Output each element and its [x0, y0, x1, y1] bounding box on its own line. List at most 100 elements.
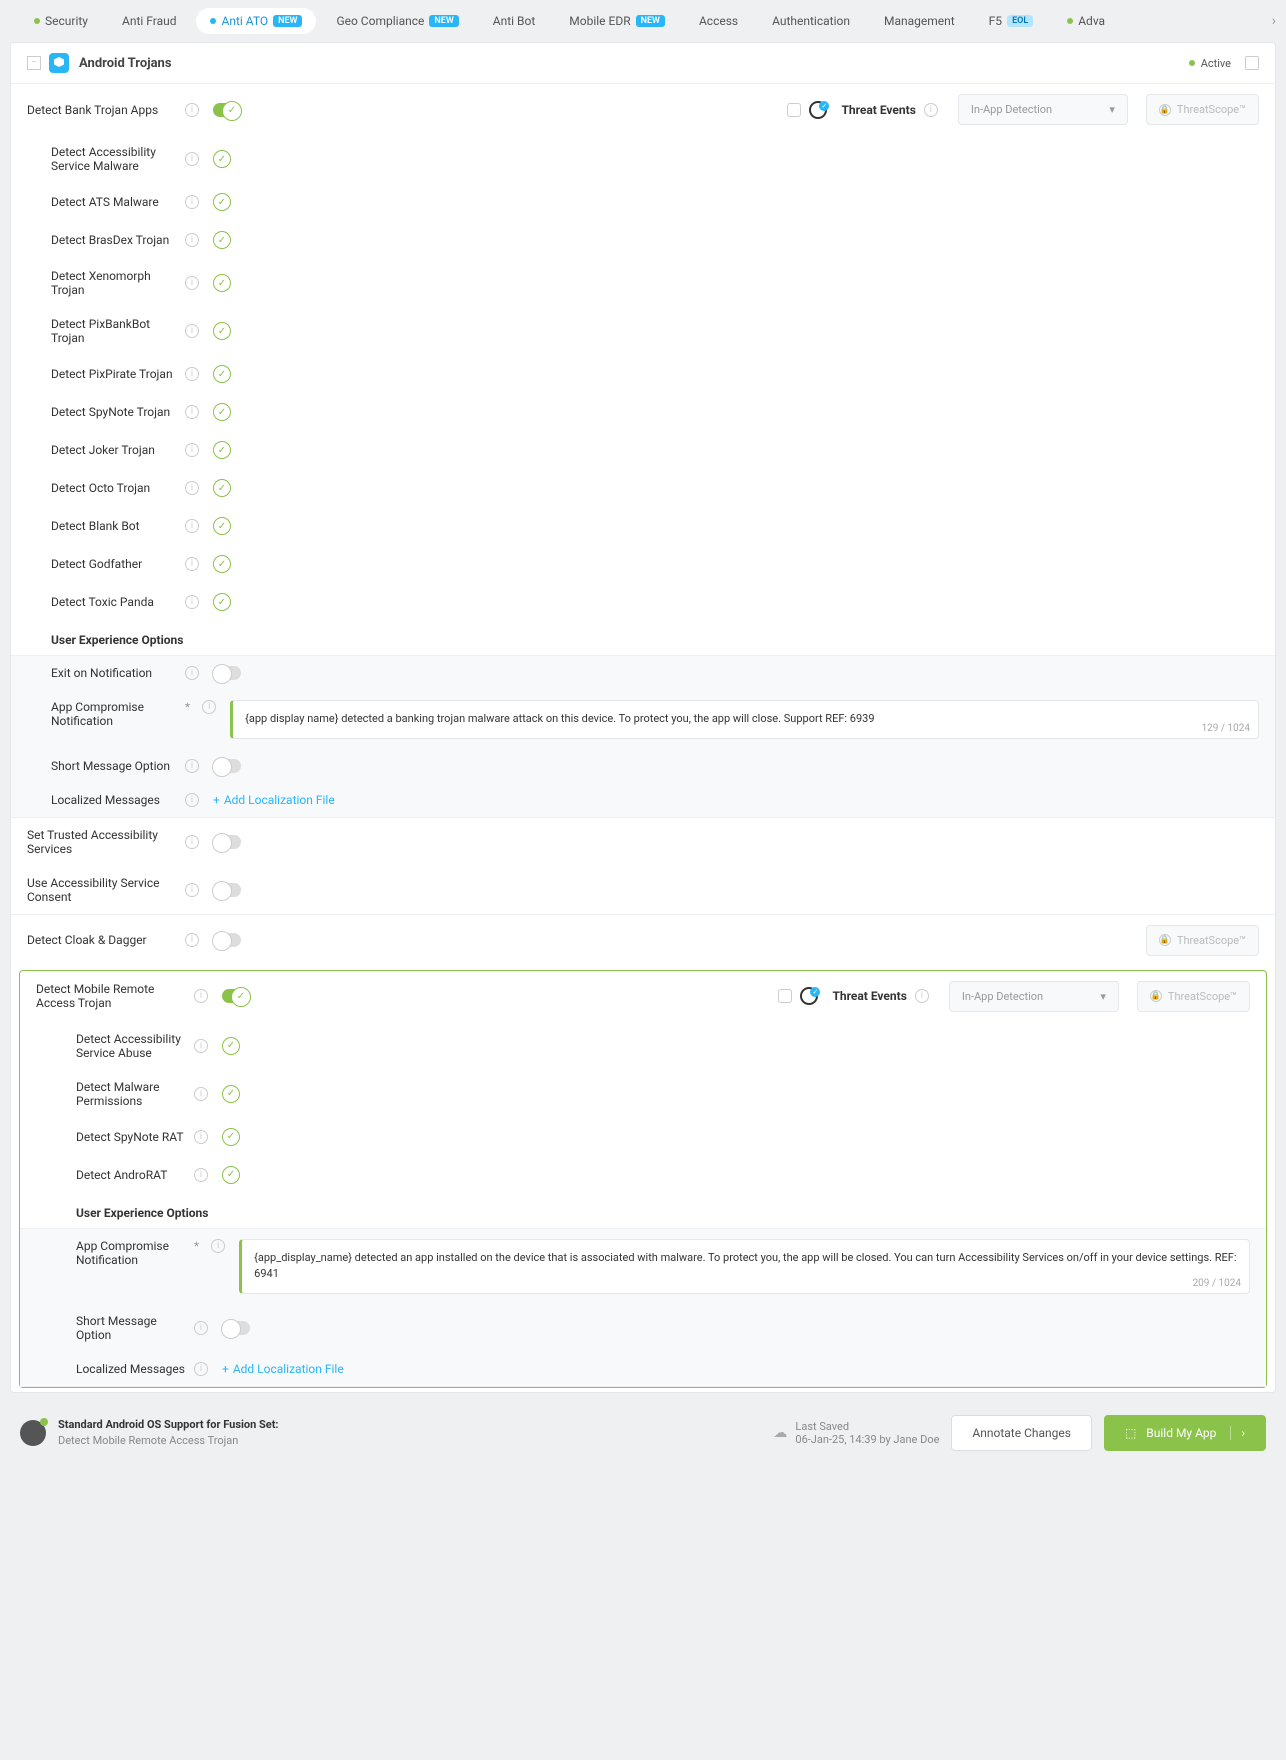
tab-adva[interactable]: Adva — [1053, 8, 1119, 34]
check-icon[interactable]: ✓ — [222, 1166, 240, 1184]
info-icon[interactable]: i — [185, 793, 199, 807]
info-icon[interactable]: i — [194, 1321, 208, 1335]
info-icon[interactable]: i — [185, 933, 199, 947]
info-icon[interactable]: i — [211, 1239, 225, 1253]
check-icon[interactable]: ✓ — [213, 150, 231, 168]
check-icon[interactable]: ✓ — [222, 1128, 240, 1146]
info-icon[interactable]: i — [185, 835, 199, 849]
info-icon[interactable]: i — [194, 1087, 208, 1101]
tab-management[interactable]: Management — [870, 8, 969, 34]
info-icon[interactable]: i — [194, 989, 208, 1003]
info-icon[interactable]: i — [185, 595, 199, 609]
check-icon[interactable]: ✓ — [213, 193, 231, 211]
row-label: Detect Bank Trojan Apps — [27, 103, 177, 117]
add-localization-link-2[interactable]: +Add Localization File — [222, 1362, 344, 1376]
check-icon[interactable]: ✓ — [222, 1085, 240, 1103]
info-icon[interactable]: i — [185, 233, 199, 247]
detection-item: Detect Malware Permissionsi✓ — [20, 1070, 1266, 1118]
toggle-off[interactable] — [213, 933, 241, 947]
info-icon[interactable]: i — [915, 989, 929, 1003]
threat-checkbox[interactable] — [778, 989, 792, 1003]
tab-anti-fraud[interactable]: Anti Fraud — [108, 8, 191, 34]
info-icon[interactable]: i — [185, 324, 199, 338]
check-icon[interactable]: ✓ — [213, 441, 231, 459]
tab-anti-ato[interactable]: Anti ATONEW — [196, 8, 316, 34]
info-icon[interactable]: i — [185, 883, 199, 897]
check-icon[interactable]: ✓ — [213, 479, 231, 497]
check-icon[interactable]: ✓ — [213, 322, 231, 340]
check-icon[interactable]: ✓ — [213, 231, 231, 249]
info-icon[interactable]: i — [185, 759, 199, 773]
check-icon[interactable]: ✓ — [213, 365, 231, 383]
detection-item: Detect Joker Trojani✓ — [11, 431, 1275, 469]
chevron-right-icon: › — [1230, 1426, 1245, 1440]
detection-select[interactable]: In-App Detection▾ — [949, 981, 1119, 1012]
grid-icon[interactable] — [1245, 56, 1259, 70]
add-localization-link[interactable]: +Add Localization File — [213, 793, 335, 807]
main-panel: − Android Trojans Active Detect Bank Tro… — [10, 42, 1276, 1393]
toggle-off[interactable] — [213, 883, 241, 897]
check-icon[interactable]: ✓ — [213, 593, 231, 611]
detection-item: Detect Blank Boti✓ — [11, 507, 1275, 545]
dot-icon — [210, 18, 216, 24]
info-icon[interactable]: i — [185, 443, 199, 457]
build-app-button[interactable]: ⬚ Build My App › — [1104, 1415, 1266, 1451]
info-icon[interactable]: i — [185, 103, 199, 117]
tab-mobile-edr[interactable]: Mobile EDRNEW — [555, 8, 679, 34]
info-icon[interactable]: i — [194, 1362, 208, 1376]
tab-geo-compliance[interactable]: Geo ComplianceNEW — [322, 8, 472, 34]
check-icon[interactable]: ✓ — [213, 517, 231, 535]
panel-header: − Android Trojans Active — [11, 43, 1275, 84]
info-icon[interactable]: i — [185, 405, 199, 419]
detection-item: Detect BrasDex Trojani✓ — [11, 221, 1275, 259]
info-icon[interactable]: i — [185, 152, 199, 166]
info-icon[interactable]: i — [185, 276, 199, 290]
app-compromise-row-2: App Compromise Notification * i {app_dis… — [20, 1229, 1266, 1304]
info-icon[interactable]: i — [185, 481, 199, 495]
toggle-off[interactable] — [213, 666, 241, 680]
tab-authentication[interactable]: Authentication — [758, 8, 864, 34]
detection-item: Detect Accessibility Service Malwarei✓ — [11, 135, 1275, 183]
info-icon[interactable]: i — [194, 1130, 208, 1144]
compromise-textarea[interactable]: {app display name} detected a banking tr… — [230, 700, 1259, 739]
info-icon[interactable]: i — [194, 1168, 208, 1182]
detection-select[interactable]: In-App Detection▾ — [958, 94, 1128, 125]
detection-item: Detect Octo Trojani✓ — [11, 469, 1275, 507]
annotate-button[interactable]: Annotate Changes — [951, 1415, 1092, 1451]
info-icon[interactable]: i — [924, 103, 938, 117]
compromise-textarea-2[interactable]: {app_display_name} detected an app insta… — [239, 1239, 1250, 1294]
check-icon[interactable]: ✓ — [213, 403, 231, 421]
toggle-on[interactable] — [222, 989, 250, 1003]
ux-section-2: App Compromise Notification * i {app_dis… — [20, 1228, 1266, 1387]
threat-checkbox[interactable] — [787, 103, 801, 117]
detect-bank-trojan-row: Detect Bank Trojan Apps i Threat Events … — [11, 84, 1275, 135]
threatscope-button[interactable]: 🔒ThreatScope™ — [1146, 925, 1259, 956]
info-icon[interactable]: i — [185, 666, 199, 680]
tab-f5[interactable]: F5EOL — [975, 8, 1048, 34]
threatscope-button[interactable]: 🔒ThreatScope™ — [1137, 981, 1250, 1012]
tab-security[interactable]: Security — [20, 8, 102, 34]
plus-icon: + — [222, 1362, 229, 1376]
toggle-off[interactable] — [213, 835, 241, 849]
info-icon[interactable]: i — [185, 557, 199, 571]
collapse-icon[interactable]: − — [27, 56, 41, 70]
tab-access[interactable]: Access — [685, 8, 752, 34]
tab-anti-bot[interactable]: Anti Bot — [479, 8, 550, 34]
info-icon[interactable]: i — [185, 367, 199, 381]
toggle-off[interactable] — [222, 1321, 250, 1335]
toggle-off[interactable] — [213, 759, 241, 773]
check-icon[interactable]: ✓ — [213, 274, 231, 292]
info-icon[interactable]: i — [194, 1039, 208, 1053]
new-badge: NEW — [636, 15, 665, 27]
info-icon[interactable]: i — [202, 700, 216, 714]
mrat-highlighted-section: Detect Mobile Remote Access Trojan i Thr… — [19, 970, 1267, 1388]
info-icon[interactable]: i — [185, 519, 199, 533]
info-icon[interactable]: i — [185, 195, 199, 209]
status-badge: Active — [1189, 56, 1259, 70]
threatscope-button[interactable]: 🔒ThreatScope™ — [1146, 94, 1259, 125]
chevron-right-icon[interactable]: › — [1272, 13, 1276, 29]
check-icon[interactable]: ✓ — [222, 1037, 240, 1055]
check-icon[interactable]: ✓ — [213, 555, 231, 573]
toggle-on[interactable] — [213, 103, 241, 117]
ux-options-title: User Experience Options — [11, 621, 1275, 655]
